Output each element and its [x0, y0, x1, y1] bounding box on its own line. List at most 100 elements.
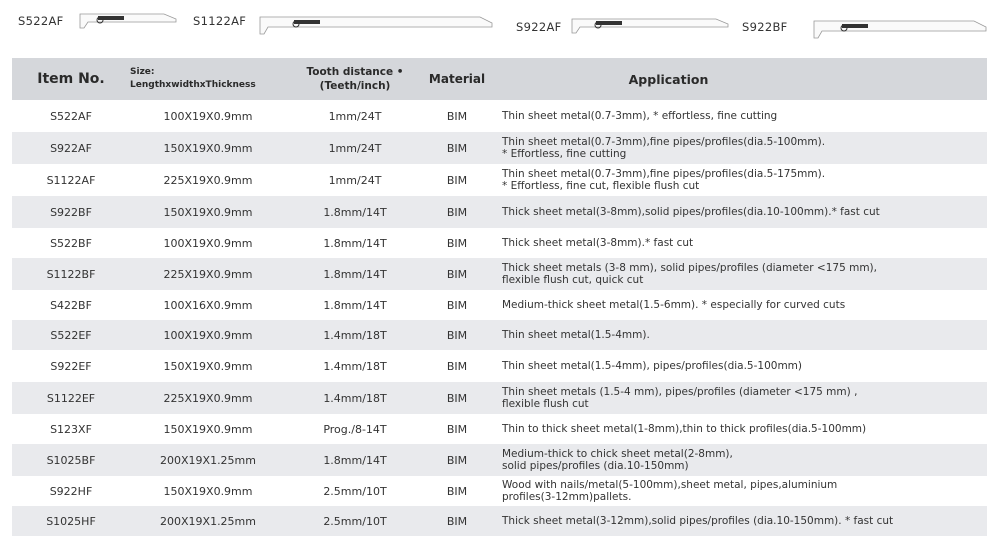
table-row: S922HF 150X19X0.9mm 2.5mm/10T BIM Wood with … [12, 476, 987, 506]
cell-material: BIM [446, 141, 468, 155]
table-row: S1025BF 200X19X1.25mm 1.8mm/14T BIM Medium-t… [12, 444, 987, 476]
cell-application: Thin to thick sheet metal(1-8mm),thin to… [490, 423, 987, 436]
cell-item-no: S522EF [50, 328, 92, 342]
application-line: Thin sheet metal(0.7-3mm),fine pipes/pro… [502, 135, 826, 148]
application-line: Medium-thick to chick sheet metal(2-8mm)… [502, 447, 733, 460]
application-line: Wood with nails/metal(5-100mm),sheet met… [502, 478, 838, 491]
cell-size: 225X19X0.9mm [163, 173, 253, 187]
cell-application: Thin sheet metal(1.5-4mm). [490, 329, 987, 342]
cell-material: BIM [446, 514, 468, 528]
blade-images-strip: S522AF S1122AF S922AF S922BF [0, 0, 1000, 56]
cell-item-no: S922HF [49, 484, 93, 498]
cell-application: Medium-thick to chick sheet metal(2-8mm)… [490, 448, 987, 473]
application-line: Thin sheet metal(1.5-4mm). [502, 328, 650, 341]
header-size-line1: Size: [130, 67, 155, 77]
cell-tooth-distance: 1.8mm/14T [323, 453, 387, 467]
cell-size: 225X19X0.9mm [163, 391, 253, 405]
cell-material: BIM [446, 391, 468, 405]
cell-application: Thin sheet metal(1.5-4mm), pipes/profile… [490, 360, 987, 373]
cell-application: Thick sheet metal(3-12mm),solid pipes/pr… [490, 515, 987, 528]
table-row: S1122BF 225X19X0.9mm 1.8mm/14T BIM Thick she… [12, 258, 987, 290]
application-line: Thick sheet metal(3-12mm),solid pipes/pr… [502, 514, 894, 527]
cell-item-no: S922AF [50, 141, 92, 155]
application-line: Thick sheet metal(3-8mm).* fast cut [502, 236, 694, 249]
cell-item-no: S922BF [50, 205, 92, 219]
cell-application: Thin sheet metal(0.7-3mm), * effortless,… [490, 110, 987, 123]
table-row: S922AF 150X19X0.9mm 1mm/24T BIM Thin sheet m… [12, 132, 987, 164]
application-line: flexible flush cut, quick cut [502, 274, 644, 286]
cell-material: BIM [446, 422, 468, 436]
cell-tooth-distance: 2.5mm/10T [323, 484, 387, 498]
blade-label: S1122AF [193, 14, 247, 28]
cell-item-no: S422BF [50, 298, 92, 312]
application-line: Thin to thick sheet metal(1-8mm),thin to… [502, 422, 867, 435]
cell-material: BIM [446, 484, 468, 498]
header-application: Application [628, 71, 709, 87]
table-row: S522BF 100X19X0.9mm 1.8mm/14T BIM Thick shee… [12, 228, 987, 258]
cell-item-no: S522BF [50, 236, 92, 250]
cell-tooth-distance: 1mm/24T [328, 173, 382, 187]
cell-size: 100X16X0.9mm [163, 298, 253, 312]
cell-item-no: S922EF [50, 359, 92, 373]
cell-application: Thin sheet metals (1.5-4 mm), pipes/prof… [490, 386, 987, 411]
saw-blade-icon [79, 13, 177, 29]
saw-blade-icon [571, 18, 729, 34]
header-size: Size: LengthxwidthxThickness [130, 66, 286, 92]
cell-tooth-distance: 1.8mm/14T [323, 298, 387, 312]
application-line: solid pipes/profiles (dia.10-150mm) [502, 460, 689, 472]
application-line: Medium-thick sheet metal(1.5-6mm). * esp… [502, 298, 846, 311]
cell-item-no: S1025BF [46, 453, 96, 467]
application-line: Thick sheet metal(3-8mm),solid pipes/pro… [502, 205, 880, 218]
cell-item-no: S1122BF [46, 267, 96, 281]
cell-material: BIM [446, 109, 468, 123]
cell-material: BIM [446, 328, 468, 342]
cell-material: BIM [446, 298, 468, 312]
cell-tooth-distance: 2.5mm/10T [323, 514, 387, 528]
blade-label: S922BF [742, 20, 788, 34]
saw-blade-icon [259, 16, 493, 35]
cell-material: BIM [446, 267, 468, 281]
application-line: * Effortless, fine cut, flexible flush c… [502, 180, 700, 192]
table-row: S1025HF 200X19X1.25mm 2.5mm/10T BIM Thick sh… [12, 506, 987, 536]
cell-size: 200X19X1.25mm [160, 514, 256, 528]
cell-item-no: S1122AF [46, 173, 96, 187]
application-line: Thin sheet metal(1.5-4mm), pipes/profile… [502, 359, 802, 372]
cell-item-no: S1122EF [46, 391, 96, 405]
cell-tooth-distance: 1mm/24T [328, 109, 382, 123]
cell-application: Thin sheet metal(0.7-3mm),fine pipes/pro… [490, 168, 987, 193]
application-line: profiles(3-12mm)pallets. [502, 491, 632, 503]
cell-material: BIM [446, 236, 468, 250]
cell-application: Thick sheet metal(3-8mm).* fast cut [490, 237, 987, 250]
cell-tooth-distance: 1.8mm/14T [323, 236, 387, 250]
header-tooth-line2: (Teeth/inch) [319, 80, 391, 92]
cell-tooth-distance: Prog./8-14T [323, 422, 387, 436]
cell-application: Thin sheet metal(0.7-3mm),fine pipes/pro… [490, 136, 987, 161]
header-material: Material [428, 72, 486, 86]
table-row: S922EF 150X19X0.9mm 1.4mm/18T BIM Thin sheet… [12, 350, 987, 382]
cell-size: 150X19X0.9mm [163, 422, 253, 436]
cell-item-no: S1025HF [46, 514, 96, 528]
application-line: Thin sheet metal(0.7-3mm), * effortless,… [502, 109, 778, 122]
cell-tooth-distance: 1.8mm/14T [323, 267, 387, 281]
cell-size: 150X19X0.9mm [163, 359, 253, 373]
cell-size: 100X19X0.9mm [163, 109, 253, 123]
cell-tooth-distance: 1.8mm/14T [323, 205, 387, 219]
cell-application: Thick sheet metal(3-8mm),solid pipes/pro… [490, 206, 987, 219]
cell-application: Medium-thick sheet metal(1.5-6mm). * esp… [490, 299, 987, 312]
cell-application: Thick sheet metals (3-8 mm), solid pipes… [490, 262, 987, 287]
cell-size: 150X19X0.9mm [163, 205, 253, 219]
cell-tooth-distance: 1.4mm/18T [323, 328, 387, 342]
cell-material: BIM [446, 359, 468, 373]
cell-item-no: S522AF [50, 109, 92, 123]
table-body: S522AF 100X19X0.9mm 1mm/24T BIM Thin sheet m… [12, 100, 987, 536]
cell-tooth-distance: 1.4mm/18T [323, 391, 387, 405]
table-row: S522EF 100X19X0.9mm 1.4mm/18T BIM Thin sheet… [12, 320, 987, 350]
table-row: S522AF 100X19X0.9mm 1mm/24T BIM Thin sheet m… [12, 100, 987, 132]
application-line: Thick sheet metals (3-8 mm), solid pipes… [502, 261, 877, 274]
table-row: S1122EF 225X19X0.9mm 1.4mm/18T BIM Thin shee… [12, 382, 987, 414]
cell-size: 200X19X1.25mm [160, 453, 256, 467]
blade-label: S522AF [18, 14, 64, 28]
cell-material: BIM [446, 205, 468, 219]
cell-item-no: S123XF [50, 422, 92, 436]
cell-size: 150X19X0.9mm [163, 141, 253, 155]
